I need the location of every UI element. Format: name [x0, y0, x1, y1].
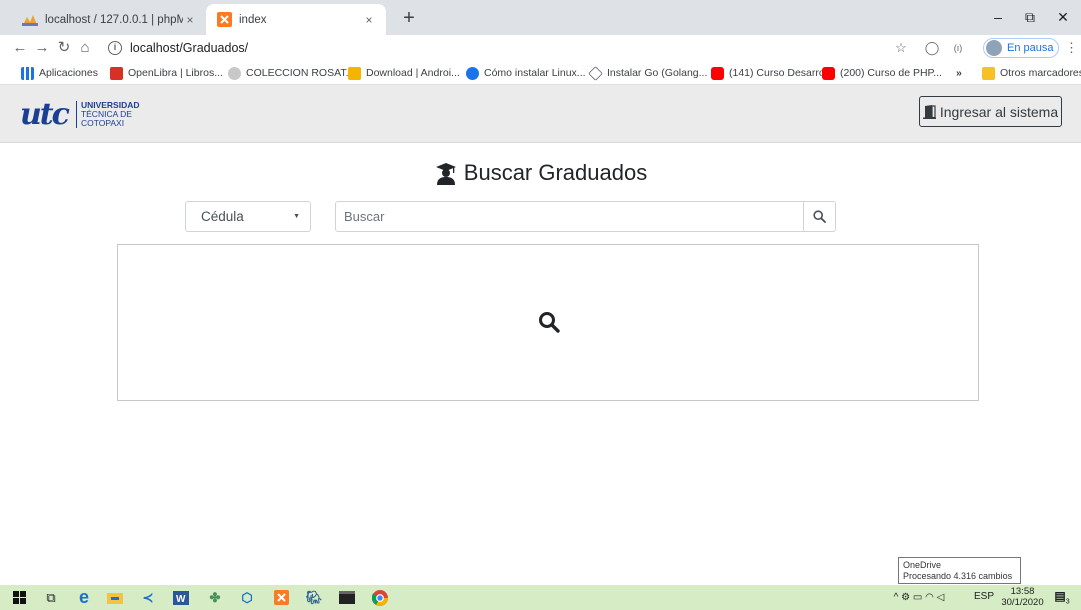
search-button[interactable]: [803, 201, 836, 232]
xampp-icon: [216, 12, 232, 28]
virtualbox-icon[interactable]: ⬡: [238, 589, 256, 606]
bookmark-item[interactable]: COLECCION ROSAT...: [228, 65, 354, 81]
results-panel: [117, 244, 979, 401]
windows-start-icon[interactable]: [10, 589, 28, 606]
close-icon[interactable]: ×: [362, 13, 376, 27]
vscode-icon[interactable]: ≺: [139, 589, 157, 606]
extension-icon[interactable]: ◯: [924, 39, 940, 57]
tab-title: index: [239, 13, 267, 26]
xampp-icon[interactable]: [272, 589, 290, 606]
tab-title: localhost / 127.0.0.1 | phpMyAdm: [45, 13, 183, 26]
bookmark-item[interactable]: (200) Curso de PHP...: [822, 65, 942, 81]
openlibra-icon: [110, 66, 123, 80]
file-explorer-icon[interactable]: [106, 589, 124, 606]
door-icon: [922, 104, 936, 119]
windows-taskbar: ⧉ e ≺ W ✤ ⬡ 🐘︎ ^ ⚙ ▭ ◠ ◁ ESP 13:58 30/1/…: [0, 585, 1081, 610]
bookmark-item[interactable]: Download | Androi...: [348, 65, 460, 81]
rosat-icon: [228, 66, 241, 80]
apps-grid-icon: [21, 66, 34, 80]
close-icon[interactable]: ×: [183, 13, 197, 27]
search-icon: [539, 312, 560, 333]
utc-logo[interactable]: utc UNIVERSIDAD TÉCNICA DE COTOPAXI: [20, 95, 140, 133]
browser-tab-strip: localhost / 127.0.0.1 | phpMyAdm × index…: [0, 0, 1081, 35]
logo-mark: utc: [20, 96, 70, 132]
tray-icons[interactable]: ^ ⚙ ▭ ◠ ◁: [893, 589, 945, 606]
download-icon: [348, 66, 361, 80]
youtube-icon: [822, 66, 835, 80]
clock[interactable]: 13:58 30/1/2020: [1000, 586, 1045, 608]
postgresql-icon[interactable]: 🐘︎: [305, 589, 323, 606]
menu-dots-icon[interactable]: ⋮: [1065, 39, 1078, 57]
bookmark-item[interactable]: (141) Curso Desarro...: [711, 65, 833, 81]
graduate-icon: [435, 163, 456, 185]
edge-icon[interactable]: e: [75, 587, 93, 607]
profile-label: En pausa: [1007, 42, 1054, 54]
bookmark-item[interactable]: Cómo instalar Linux...: [466, 65, 586, 81]
star-icon[interactable]: ☆: [893, 39, 909, 57]
filter-select[interactable]: Cédula ▼: [185, 201, 311, 232]
address-bar[interactable]: i localhost/Graduados/: [98, 37, 878, 59]
page-title: Buscar Graduados: [0, 160, 1081, 186]
youtube-icon: [711, 66, 724, 80]
bookmarks-bar: Aplicaciones OpenLibra | Libros... COLEC…: [0, 61, 1081, 85]
terminal-icon[interactable]: [338, 589, 356, 606]
search-icon: [813, 210, 826, 223]
profile-button[interactable]: En pausa: [983, 38, 1059, 58]
reload-icon[interactable]: ↻: [54, 38, 74, 58]
login-label: Ingresar al sistema: [939, 103, 1059, 120]
notifications-icon[interactable]: ▤3: [1053, 589, 1071, 606]
search-input[interactable]: [335, 201, 804, 232]
word-icon[interactable]: W: [172, 589, 190, 606]
info-icon[interactable]: i: [108, 41, 122, 55]
site-header: utc UNIVERSIDAD TÉCNICA DE COTOPAXI Ingr…: [0, 85, 1081, 143]
onedrive-tooltip: OneDrive Procesando 4.316 cambios: [898, 557, 1021, 584]
browser-toolbar: ← → ↻ ⌂ i localhost/Graduados/ ☆ ◯ (ı) E…: [0, 35, 1081, 61]
bookmark-item[interactable]: Instalar Go (Golang...: [588, 65, 707, 81]
tab-phpmyadmin[interactable]: localhost / 127.0.0.1 | phpMyAdm ×: [12, 4, 207, 35]
restore-button[interactable]: ⧉: [1015, 8, 1045, 26]
filter-selected-value: Cédula: [201, 209, 244, 224]
tab-index[interactable]: index ×: [206, 4, 386, 35]
task-view-icon[interactable]: ⧉: [42, 589, 60, 606]
bookmark-item[interactable]: OpenLibra | Libros...: [110, 65, 223, 81]
chrome-icon[interactable]: [371, 589, 389, 606]
app-icon[interactable]: ✤: [206, 589, 224, 606]
home-icon[interactable]: ⌂: [75, 38, 95, 58]
linux-icon: [466, 66, 479, 80]
go-icon: [588, 65, 603, 81]
avatar: [986, 40, 1002, 56]
logo-text: UNIVERSIDAD TÉCNICA DE COTOPAXI: [75, 100, 140, 128]
other-bookmarks-folder[interactable]: Otros marcadores: [982, 65, 1081, 81]
login-button[interactable]: Ingresar al sistema: [919, 96, 1062, 127]
phpmyadmin-icon: [22, 12, 38, 28]
svg-text:W: W: [176, 594, 186, 605]
back-arrow-icon[interactable]: ←: [10, 38, 30, 58]
new-tab-button[interactable]: +: [398, 8, 420, 29]
url-text: localhost/Graduados/: [130, 41, 249, 55]
language-indicator[interactable]: ESP: [974, 591, 994, 602]
bookmark-item[interactable]: Aplicaciones: [21, 65, 98, 81]
caret-down-icon: ▼: [293, 213, 300, 220]
cast-icon[interactable]: (ı): [948, 39, 968, 57]
forward-arrow-icon[interactable]: →: [32, 38, 52, 58]
bookmarks-overflow-button[interactable]: »: [956, 65, 962, 81]
folder-icon: [982, 66, 995, 80]
window-close-button[interactable]: ✕: [1048, 8, 1078, 26]
minimize-button[interactable]: –: [983, 8, 1013, 26]
